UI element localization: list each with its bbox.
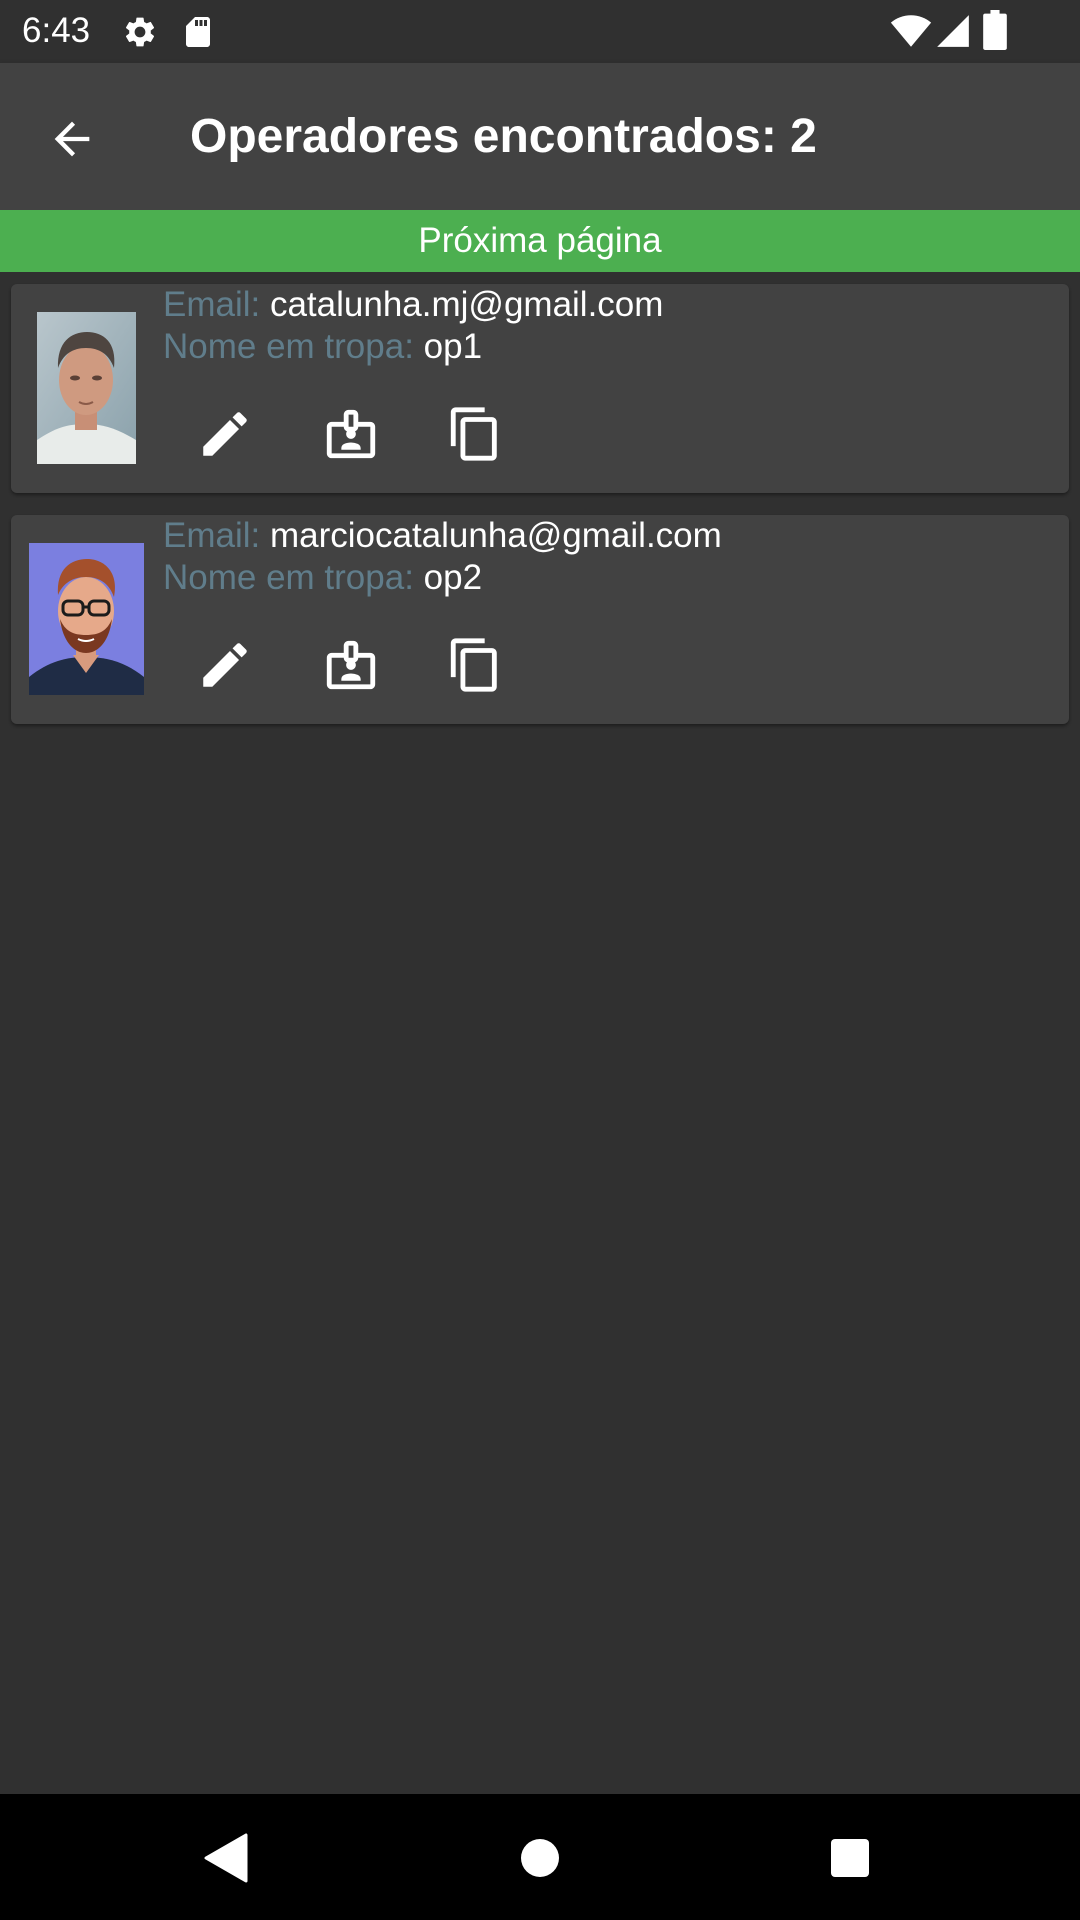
app-bar: Operadores encontrados: 2 [0, 63, 1080, 210]
copy-icon [450, 638, 497, 692]
back-triangle-icon [204, 1833, 248, 1883]
badge-button[interactable] [315, 629, 387, 701]
wifi-icon [890, 15, 932, 47]
nav-home-button[interactable] [500, 1820, 580, 1896]
name-label: Nome em tropa: [163, 327, 424, 366]
screen: 6:43 Operadores encontrados: 2 Próxima p… [0, 0, 1080, 1920]
edit-button[interactable] [189, 398, 261, 470]
recents-square-icon [831, 1839, 869, 1877]
name-value: op2 [423, 558, 483, 597]
operator-card: Email: catalunha.mj@gmail.com Nome em tr… [11, 284, 1069, 493]
arrow-back-icon [54, 121, 90, 157]
nav-recents-button[interactable] [810, 1820, 890, 1896]
copy-button[interactable] [439, 629, 511, 701]
name-value: op1 [423, 327, 483, 366]
email-label: Email: [163, 285, 270, 324]
copy-icon [450, 407, 497, 461]
next-page-label: Próxima página [418, 221, 662, 260]
name-line: Nome em tropa: op1 [163, 326, 482, 368]
edit-button[interactable] [189, 629, 261, 701]
email-label: Email: [163, 516, 270, 555]
photo-avatar [37, 312, 136, 464]
battery-icon [983, 10, 1007, 50]
badge-icon [326, 640, 376, 690]
badge-button[interactable] [315, 398, 387, 470]
status-bar: 6:43 [0, 0, 1080, 63]
email-value: marciocatalunha@gmail.com [269, 516, 722, 555]
home-circle-icon [521, 1839, 559, 1877]
sd-card-icon [186, 17, 210, 47]
cartoon-avatar [29, 543, 144, 695]
copy-button[interactable] [439, 398, 511, 470]
nav-back-button[interactable] [185, 1820, 265, 1896]
cell-signal-icon [937, 15, 969, 47]
back-button[interactable] [34, 101, 110, 177]
edit-icon [203, 412, 247, 456]
operator-card: Email: marciocatalunha@gmail.com Nome em… [11, 515, 1069, 724]
email-line: Email: marciocatalunha@gmail.com [163, 515, 722, 557]
name-line: Nome em tropa: op2 [163, 557, 482, 599]
settings-icon [125, 17, 155, 47]
next-page-button[interactable]: Próxima página [0, 210, 1080, 272]
navigation-bar [0, 1794, 1080, 1920]
badge-icon [326, 409, 376, 459]
edit-icon [203, 643, 247, 687]
status-time: 6:43 [22, 11, 91, 50]
page-title: Operadores encontrados: 2 [190, 110, 817, 163]
email-line: Email: catalunha.mj@gmail.com [163, 284, 663, 326]
name-label: Nome em tropa: [163, 558, 424, 597]
email-value: catalunha.mj@gmail.com [269, 285, 664, 324]
